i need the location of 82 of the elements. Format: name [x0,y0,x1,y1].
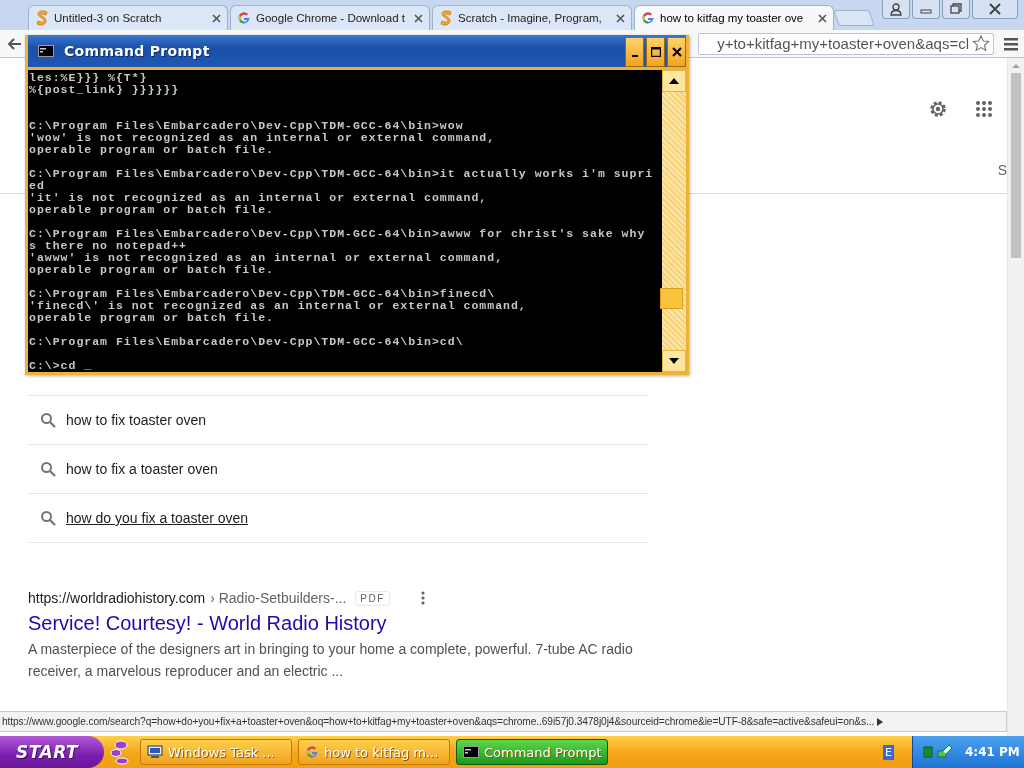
scroll-up-button[interactable] [662,70,686,92]
address-text: y+to+kitfag+my+toaster+oven&aqs=cl [717,35,969,52]
result-title-link[interactable]: Service! Courtesy! - World Radio History [28,612,648,635]
search-icon [40,510,56,526]
browser-tab[interactable]: Scratch - Imagine, Program, [432,5,632,30]
browser-tab[interactable]: how to kitfag my toaster ove [634,5,834,30]
console-line: 'it' is not recognized as an internal or external command, [29,192,489,204]
scroll-down-button[interactable] [662,350,686,372]
start-button[interactable]: START [0,736,104,768]
maximize-icon [650,47,661,57]
monitor-icon [147,745,163,759]
menu-icon [1002,35,1020,52]
console-line: operable program or batch file. [29,204,275,216]
file-type-badge: PDF [355,590,390,606]
search-icon [40,461,56,477]
scrollbar[interactable] [662,70,686,372]
tray-square-icon [923,746,933,758]
tab-label[interactable]: S [997,162,1007,178]
close-icon [671,47,682,57]
console-line: s there no notepad++ [29,240,189,252]
console-line: operable program or batch file. [29,264,275,276]
close-icon [818,13,827,23]
result-url: https://worldradiohistory.com [28,590,206,606]
related-search-link[interactable]: how to fix toaster oven [66,412,207,428]
related-search-link[interactable]: how to fix a toaster oven [66,461,218,477]
restore-icon [942,0,970,19]
close-icon [972,0,1018,19]
console-line: %{post_link} }}}}}} [29,84,181,96]
maximize-button[interactable] [646,37,665,67]
scrollbar[interactable] [1007,58,1024,736]
console-line: les:%E}}} %{T*} [29,72,149,84]
s-shape-icon [439,10,453,26]
arrow-right-icon [877,717,884,726]
console-line: C:\Program Files\Embarcadero\Dev-Cpp\TDM-GCC-64\bin>awww for christ's sake why [29,228,647,240]
console-line: operable program or batch file. [29,144,275,156]
console-icon [463,746,479,758]
scrollbar-thumb[interactable] [660,288,683,309]
console-line: C:\Program Files\Embarcadero\Dev-Cpp\TDM-GCC-64\bin>wow [29,120,465,132]
apps-grid-icon [975,100,993,118]
console-line: 'wow' is not recognized as an internal or external command, [29,132,497,144]
close-icon [414,13,423,23]
console-icon [38,45,54,57]
bubbles-drawing [108,739,130,765]
language-indicator[interactable]: E [883,744,894,760]
console-line: 'finecd\' is not recognized as an internal or external command, [29,300,528,312]
g-logo-icon [641,11,655,25]
console-line: C:\>cd _ [29,360,94,372]
search-icon [40,412,56,428]
back-icon [6,35,22,52]
network-icon [937,744,953,760]
scrollbar-thumb[interactable] [1011,73,1021,258]
g-logo-icon [237,11,251,25]
minimize-icon [631,55,638,57]
address-bar[interactable]: y+to+kitfag+my+toaster+oven&aqs=cl [698,32,994,55]
related-search-link[interactable]: how do you fix a toaster oven [66,510,249,526]
console-line: 'awww' is not recognized as an internal or external command, [29,252,505,264]
settings-icon [927,98,949,120]
console-line: ed [29,180,46,192]
console-line: C:\Program Files\Embarcadero\Dev-Cpp\TDM-GCC-64\bin>finecd\ [29,288,497,300]
scroll-up-icon [1011,62,1021,70]
close-icon [212,13,221,23]
result-snippet: A masterpiece of the designers art in bringing to your home a complete, powerful. 7-tube AC radio receiver, a marvelous reproducer and an electric ... [28,640,634,681]
console-line: C:\Program Files\Embarcadero\Dev-Cpp\TDM-GCC-64\bin>it actually works i'm supri [29,168,655,180]
star-icon [971,33,991,54]
status-url: https://www.google.com/search?q=how+do+you+fix+a+toaster+oven&oq=how+to+kitfag+my+toaster+oven&aqs=chrome..69i57j0.3478j0j4&sourceid=chrome&ie=UTF-8&safe=active&safeui=on&s... [2,716,875,727]
more-options-icon [420,591,425,605]
window-title: Command Prompt [64,43,211,59]
console-line: operable program or batch file. [29,312,275,324]
caret-down-icon [669,358,679,364]
g-logo-icon [305,745,319,759]
close-button[interactable] [667,37,686,67]
close-icon [616,13,625,23]
minimize-icon [912,0,940,19]
console-line: C:\Program Files\Embarcadero\Dev-Cpp\TDM-GCC-64\bin>cd\ [29,336,465,348]
s-shape-icon [35,10,49,26]
browser-tab[interactable]: Untitled-3 on Scratch [28,5,228,30]
browser-tab[interactable]: Google Chrome - Download t [230,5,430,30]
result-breadcrumb: › Radio-Setbuilders-... [210,590,347,606]
clock: 4:41 PM [965,745,1020,759]
caret-up-icon [669,78,679,84]
minimize-button[interactable] [625,37,644,67]
user-icon [882,0,910,19]
